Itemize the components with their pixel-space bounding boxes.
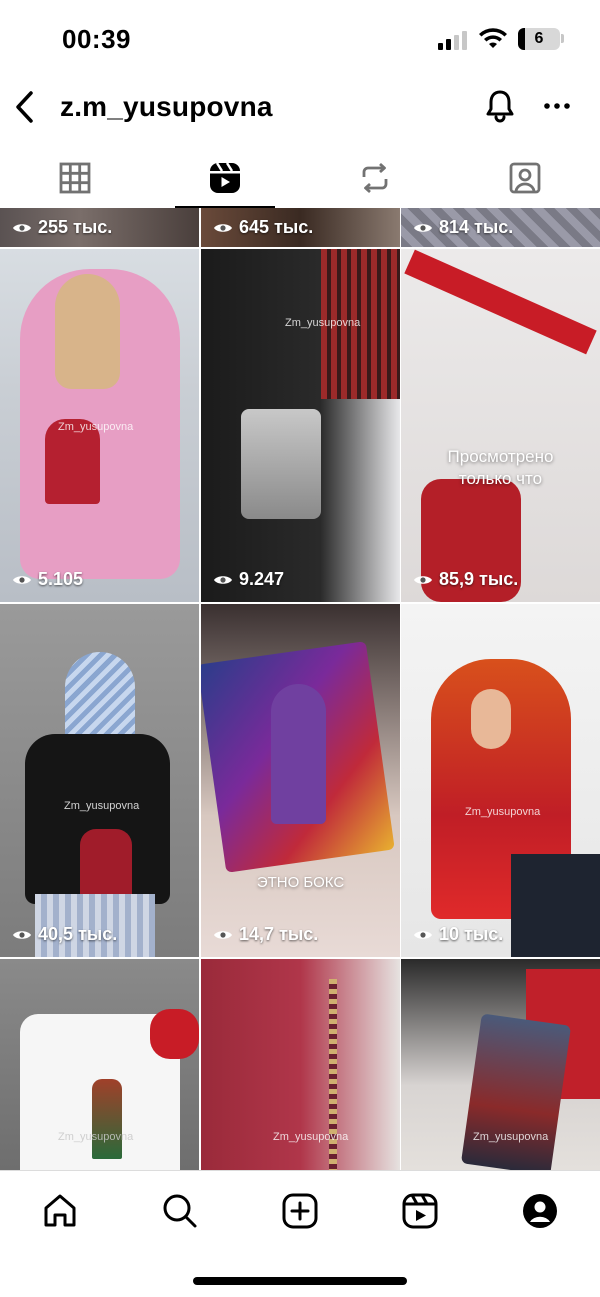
watermark: Zm_yusupovna — [465, 806, 541, 818]
more-horizontal-icon[interactable] — [542, 96, 572, 116]
chevron-left-icon[interactable] — [10, 88, 38, 126]
reel-thumbnail[interactable]: Zm_yusupovna — [201, 959, 400, 1170]
battery-icon: 6 — [518, 28, 560, 50]
viewed-just-now-label: Просмотрено только что — [447, 447, 554, 488]
reel-thumbnail[interactable]: Zm_yusupovna 9.247 — [201, 249, 400, 602]
eye-icon — [13, 930, 31, 939]
eye-icon — [414, 930, 432, 939]
eye-icon — [214, 930, 232, 939]
status-bar: 00:39 6 — [0, 0, 600, 80]
profile-avatar-icon — [523, 1194, 557, 1228]
status-time: 00:39 — [62, 24, 131, 54]
cellular-signal-icon — [438, 30, 468, 50]
reel-thumbnail[interactable]: Zm_yusupovna 40,5 тыс. — [0, 604, 199, 957]
tagged-person-icon — [509, 162, 541, 194]
nav-reels[interactable] — [400, 1191, 440, 1231]
eye-icon — [214, 575, 232, 584]
eye-icon — [214, 223, 232, 232]
eye-icon — [13, 575, 31, 584]
repost-icon — [362, 162, 388, 194]
view-count: 40,5 тыс. — [12, 924, 117, 945]
reel-thumbnail[interactable]: ЭТНО БОКС 14,7 тыс. — [201, 604, 400, 957]
nav-search[interactable] — [160, 1191, 200, 1231]
tab-reels[interactable] — [150, 148, 300, 208]
profile-header: z.m_yusupovna — [0, 80, 600, 136]
watermark: Zm_yusupovna — [473, 1131, 549, 1143]
ethno-box-label: ЭТНО БОКС — [256, 874, 345, 891]
view-count: 14,7 тыс. — [213, 924, 318, 945]
reels-grid: 255 тыс. 645 тыс. 814 тыс. Zm_yusupovna … — [0, 208, 600, 1170]
battery-level: 6 — [534, 30, 544, 47]
nav-home[interactable] — [40, 1191, 80, 1231]
view-count: 9.247 — [213, 569, 284, 590]
bell-icon[interactable] — [484, 88, 516, 124]
view-count: 85,9 тыс. — [413, 569, 518, 590]
eye-icon — [13, 223, 31, 232]
nav-create[interactable] — [280, 1191, 320, 1231]
reel-thumbnail[interactable]: Просмотрено только что 85,9 тыс. — [401, 249, 600, 602]
watermark: Zm_yusupovna — [285, 317, 361, 329]
home-indicator[interactable] — [193, 1277, 407, 1285]
profile-tabs — [0, 148, 600, 208]
tab-tagged[interactable] — [450, 148, 600, 208]
profile-username: z.m_yusupovna — [60, 91, 273, 122]
view-count: 645 тыс. — [213, 217, 313, 238]
battery-cap — [561, 34, 564, 43]
view-count: 5.105 — [12, 569, 83, 590]
grid-icon — [59, 162, 91, 194]
wifi-icon — [478, 27, 508, 51]
reel-thumbnail[interactable]: Zm_yusupovna 10 тыс. — [401, 604, 600, 957]
reel-thumbnail[interactable]: Zm_yusupovna — [401, 959, 600, 1170]
plus-square-icon — [282, 1193, 318, 1229]
watermark: Zm_yusupovna — [58, 421, 134, 433]
reels-icon — [402, 1193, 438, 1229]
watermark: Zm_yusupovna — [64, 800, 140, 812]
eye-icon — [414, 223, 432, 232]
eye-icon — [414, 575, 432, 584]
reels-icon — [210, 162, 240, 193]
search-icon — [163, 1194, 197, 1228]
reel-thumbnail[interactable]: Zm_yusupovna — [0, 959, 199, 1170]
view-count: 255 тыс. — [12, 217, 112, 238]
tab-grid[interactable] — [0, 148, 150, 208]
reel-thumbnail[interactable]: Zm_yusupovna 5.105 — [0, 249, 199, 602]
home-icon — [44, 1194, 76, 1227]
view-count: 10 тыс. — [413, 924, 503, 945]
reel-thumbnail[interactable]: 814 тыс. — [401, 208, 600, 247]
tab-reposts[interactable] — [300, 148, 450, 208]
nav-profile[interactable] — [520, 1191, 560, 1231]
reel-thumbnail[interactable]: 645 тыс. — [201, 208, 400, 247]
view-count: 814 тыс. — [413, 217, 513, 238]
watermark: Zm_yusupovna — [273, 1131, 349, 1143]
watermark: Zm_yusupovna — [58, 1131, 134, 1143]
reel-thumbnail[interactable]: 255 тыс. — [0, 208, 199, 247]
